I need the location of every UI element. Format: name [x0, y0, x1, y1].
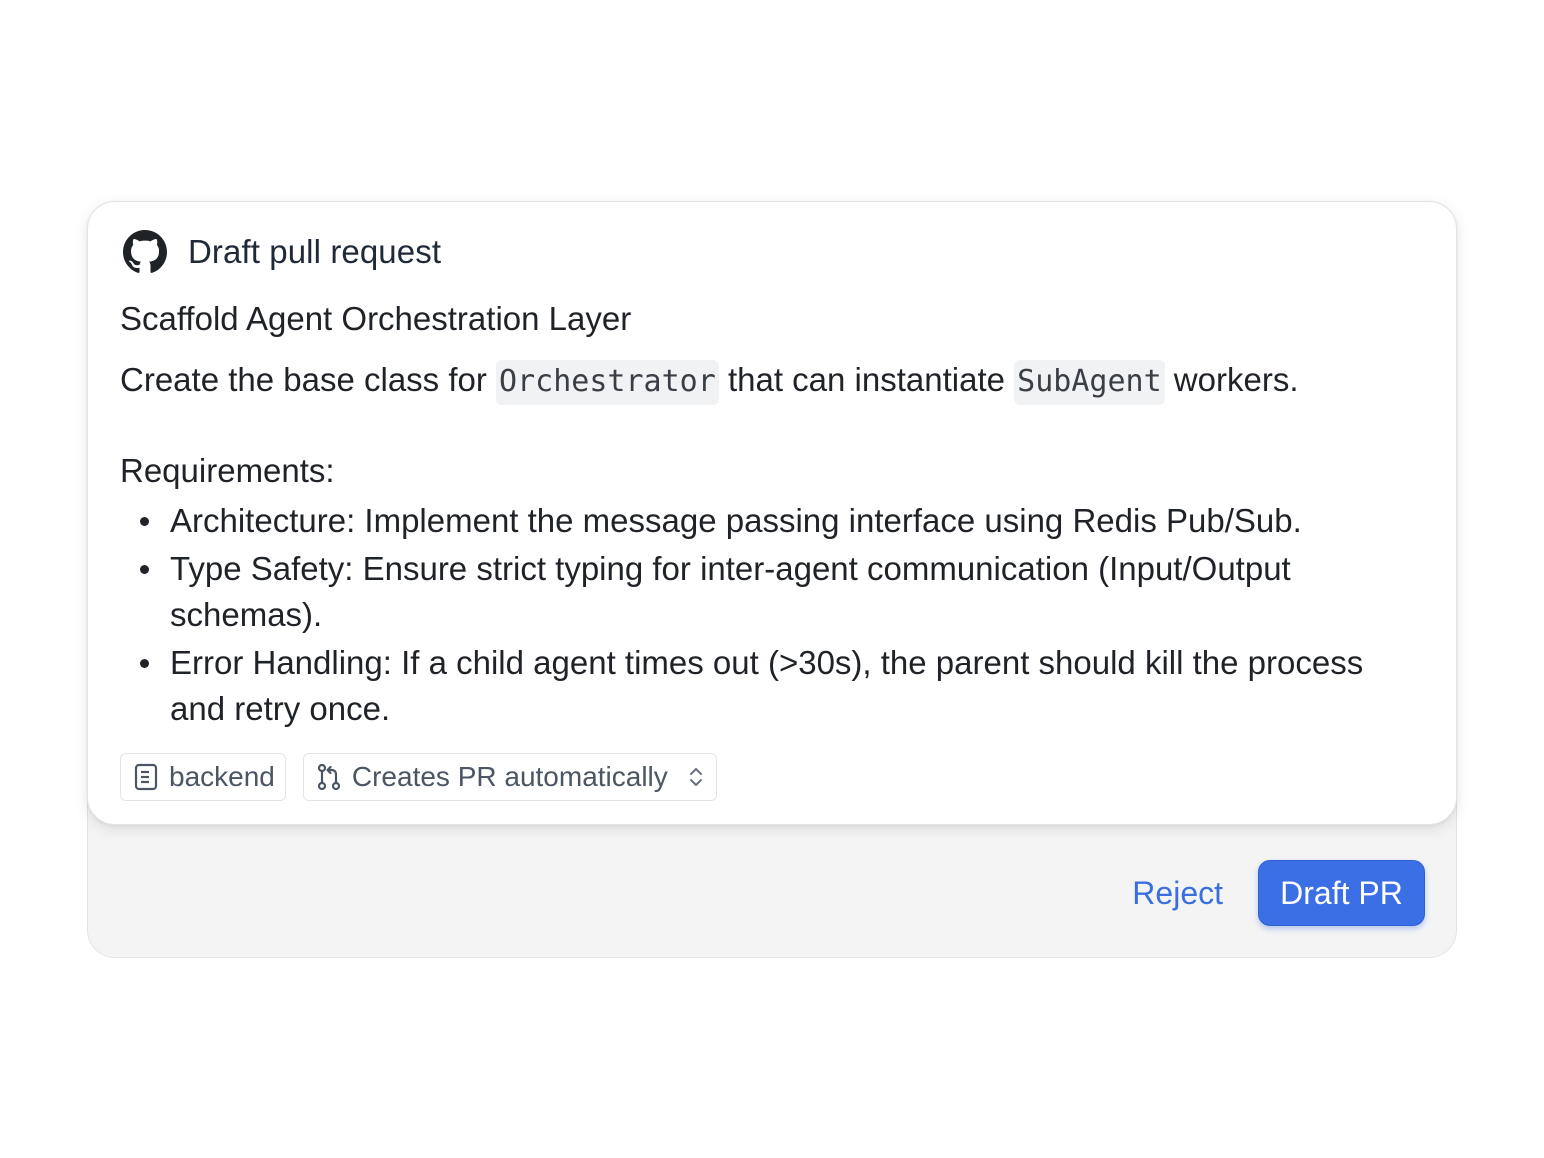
list-item: Error Handling: If a child agent times o… [120, 640, 1410, 732]
draft-pr-button[interactable]: Draft PR [1258, 860, 1425, 926]
pr-description: Create the base class for Orchestrator t… [120, 356, 1299, 406]
list-item: Architecture: Implement the message pass… [120, 498, 1410, 544]
draft-pr-card: Draft pull request Scaffold Agent Orches… [87, 201, 1457, 825]
reject-button[interactable]: Reject [1132, 860, 1223, 926]
repo-icon [133, 763, 159, 791]
list-item: Type Safety: Ensure strict typing for in… [120, 546, 1410, 638]
bullet-icon [140, 517, 149, 526]
requirement-text: Type Safety: Ensure strict typing for in… [170, 550, 1291, 633]
dialog-actions: Reject Draft PR [87, 860, 1457, 926]
requirement-text: Error Handling: If a child agent times o… [170, 644, 1364, 727]
card-title: Draft pull request [188, 233, 442, 270]
inline-code-subagent: SubAgent [1014, 360, 1165, 405]
requirement-text: Architecture: Implement the message pass… [170, 502, 1302, 539]
inline-code-orchestrator: Orchestrator [496, 360, 719, 405]
pull-request-icon [316, 763, 342, 791]
pr-mode-label: Creates PR automatically [351, 761, 668, 792]
github-icon [123, 230, 167, 274]
chevron-up-down-icon [686, 764, 706, 790]
description-text: Create the base class for [120, 361, 497, 398]
repo-chip[interactable]: backend [120, 753, 286, 801]
bullet-icon [140, 659, 149, 668]
requirements-heading: Requirements: [120, 452, 335, 489]
description-text: that can instantiate [718, 361, 1015, 398]
card-header: Draft pull request [123, 230, 441, 274]
pr-options: backend Creates PR automatically [120, 753, 717, 801]
description-text: workers. [1164, 361, 1299, 398]
repo-chip-label: backend [169, 761, 275, 792]
pr-title: Scaffold Agent Orchestration Layer [120, 300, 632, 337]
bullet-icon [140, 565, 149, 574]
pr-mode-select[interactable]: Creates PR automatically [302, 753, 717, 801]
requirements-list: Architecture: Implement the message pass… [120, 498, 1410, 734]
